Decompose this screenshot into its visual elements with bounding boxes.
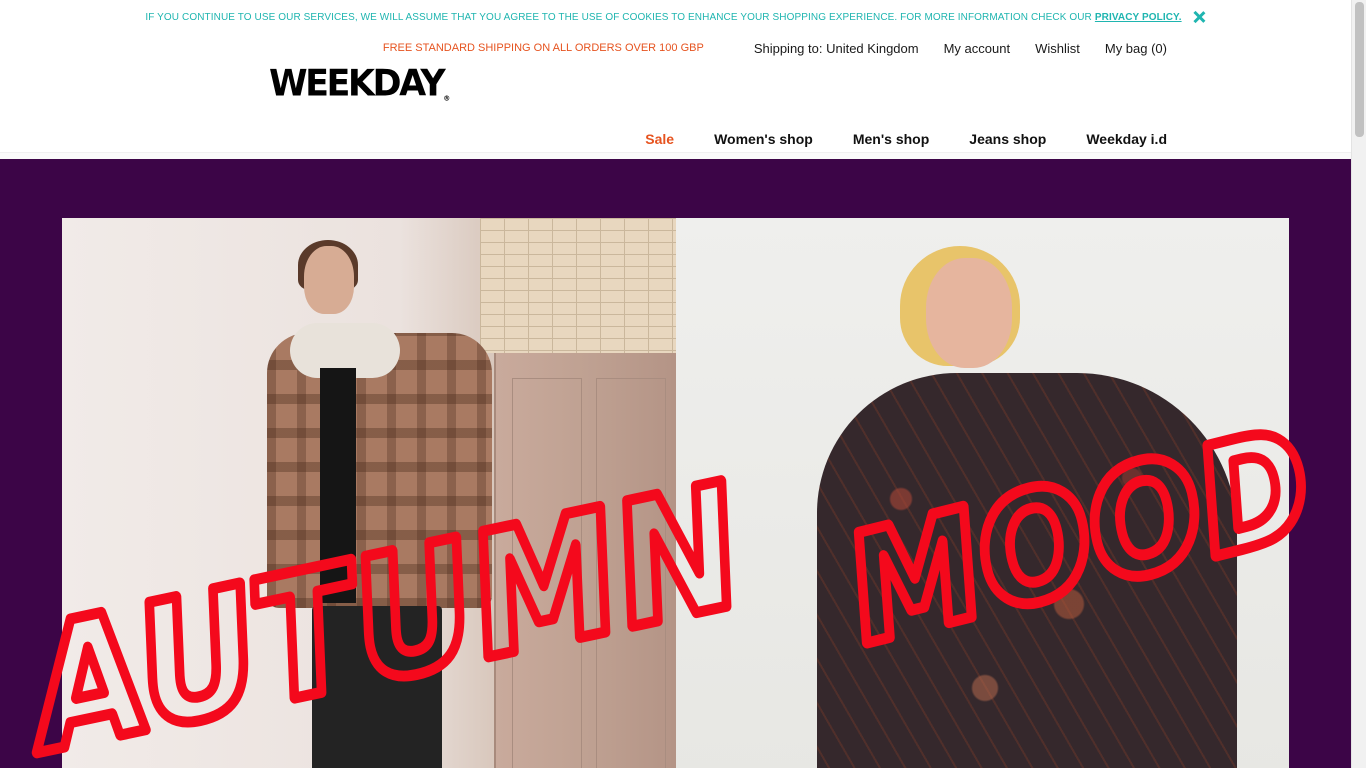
shipping-promo: FREE STANDARD SHIPPING ON ALL ORDERS OVE… <box>382 42 704 54</box>
close-icon[interactable] <box>1192 10 1206 24</box>
weekday-logo[interactable]: WEEKDAY® <box>269 62 451 105</box>
door <box>494 353 676 768</box>
privacy-policy-link[interactable]: PRIVACY POLICY. <box>1095 12 1182 23</box>
my-bag-link[interactable]: My bag (0) <box>1105 41 1167 56</box>
logo-registered-mark: ® <box>443 94 451 103</box>
model-man-jeans <box>312 606 442 768</box>
model-woman-face <box>926 258 1012 368</box>
page-scrollbar[interactable] <box>1351 0 1366 768</box>
cookie-banner: IF YOU CONTINUE TO USE OUR SERVICES, WE … <box>0 0 1351 34</box>
cookie-message: IF YOU CONTINUE TO USE OUR SERVICES, WE … <box>145 11 1092 23</box>
brick-wall <box>480 218 676 353</box>
nav-item-mens-shop[interactable]: Men's shop <box>853 131 929 147</box>
nav-item-womens-shop[interactable]: Women's shop <box>714 131 813 147</box>
scrollbar-thumb[interactable] <box>1355 2 1364 137</box>
utility-bar: FREE STANDARD SHIPPING ON ALL ORDERS OVE… <box>383 40 1167 56</box>
nav-item-weekday-id[interactable]: Weekday i.d <box>1086 131 1167 147</box>
page: IF YOU CONTINUE TO USE OUR SERVICES, WE … <box>0 0 1366 768</box>
nav-item-jeans-shop[interactable]: Jeans shop <box>969 131 1046 147</box>
hero-banner[interactable]: AUTUMN MOOD <box>0 159 1351 768</box>
model-man-face <box>304 246 354 314</box>
model-woman-jacket <box>817 373 1237 768</box>
main-navigation: Sale Women's shop Men's shop Jeans shop … <box>605 131 1167 147</box>
header-divider <box>0 152 1351 159</box>
model-man-shirt <box>320 368 356 603</box>
wishlist-link[interactable]: Wishlist <box>1035 41 1080 56</box>
logo-text: WEEKDAY <box>269 62 446 105</box>
my-account-link[interactable]: My account <box>944 41 1010 56</box>
shipping-country-selector[interactable]: Shipping to: United Kingdom <box>754 41 919 56</box>
nav-item-sale[interactable]: Sale <box>645 131 674 147</box>
hero-image[interactable] <box>62 218 1289 768</box>
